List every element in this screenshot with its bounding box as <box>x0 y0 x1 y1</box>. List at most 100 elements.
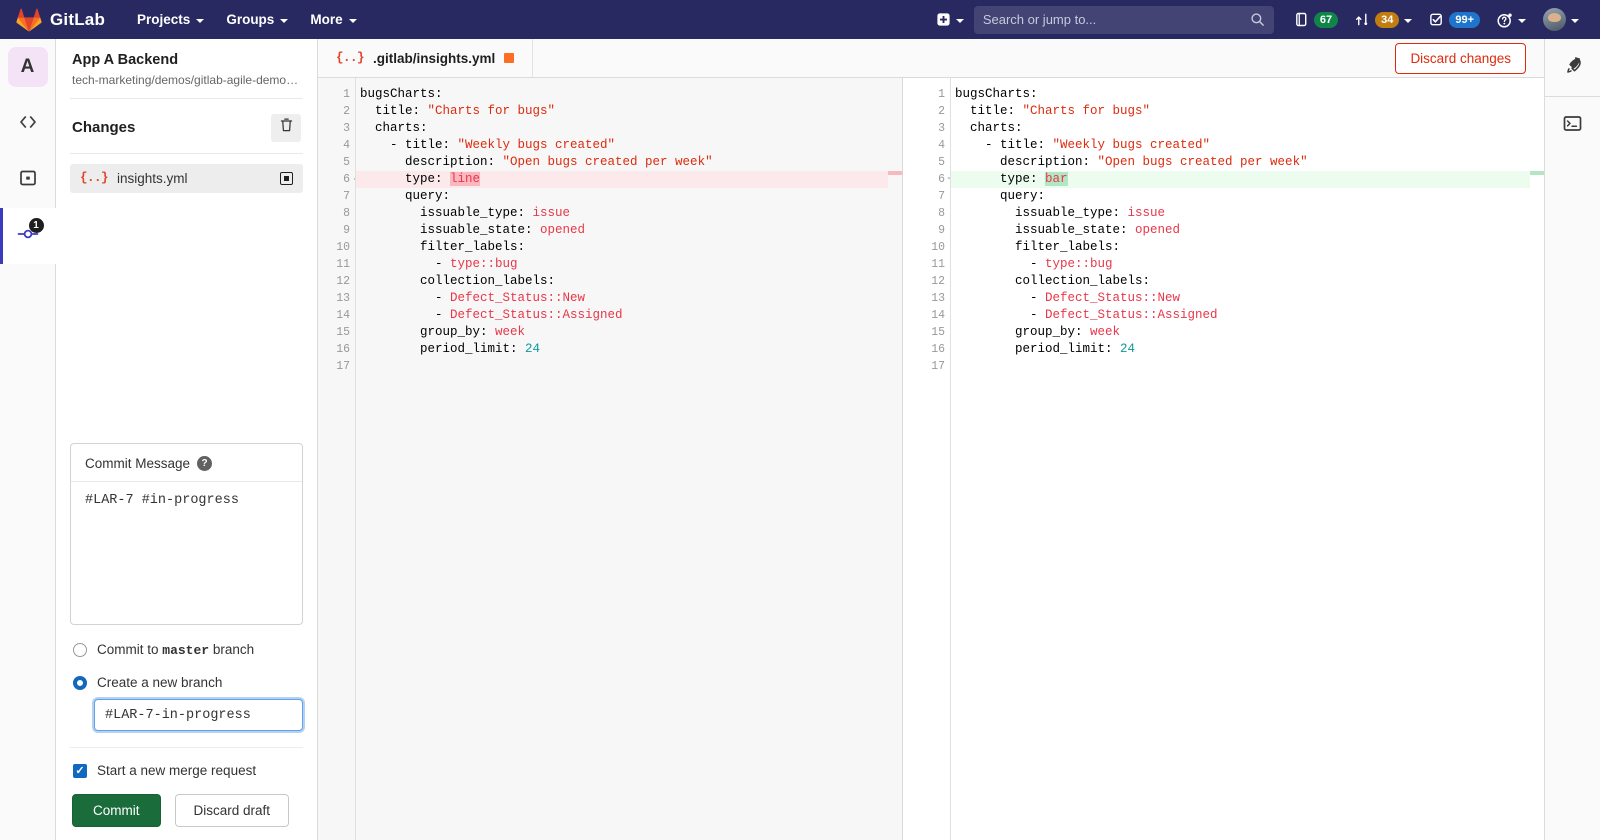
activity-item-edit[interactable] <box>0 96 56 152</box>
line-number: 5 <box>318 154 355 171</box>
code-line[interactable]: - title: "Weekly bugs created" <box>356 137 888 154</box>
search-input[interactable] <box>983 12 1250 27</box>
rail-item-terminal[interactable] <box>1545 97 1600 155</box>
code-line[interactable]: filter_labels: <box>951 239 1530 256</box>
code-line[interactable]: - Defect_Status::Assigned <box>951 307 1530 324</box>
activity-item-review[interactable] <box>0 152 56 208</box>
line-number: 7 <box>903 188 950 205</box>
code-line[interactable]: group_by: week <box>951 324 1530 341</box>
issues-button[interactable]: 67 <box>1287 6 1345 34</box>
user-menu-button[interactable] <box>1536 2 1586 37</box>
chevron-down-icon <box>280 19 288 23</box>
diff-code-original[interactable]: bugsCharts: title: "Charts for bugs" cha… <box>355 78 888 840</box>
editor-tab-insights-yml[interactable]: {..} .gitlab/insights.yml <box>318 39 533 77</box>
rail-item-pipelines[interactable] <box>1545 39 1600 97</box>
line-number: 11 <box>318 256 355 273</box>
primary-nav: Projects Groups More <box>127 4 367 35</box>
branch-name-input[interactable] <box>94 699 303 731</box>
project-avatar: A <box>8 47 48 87</box>
code-line[interactable]: collection_labels: <box>356 273 888 290</box>
overview-mark-deleted <box>888 171 902 175</box>
code-line[interactable]: description: "Open bugs created per week… <box>951 154 1530 171</box>
changed-file-row[interactable]: {..} insights.yml <box>70 164 303 193</box>
create-new-branch-option[interactable]: Create a new branch <box>70 675 303 690</box>
merge-requests-button[interactable]: 34 <box>1348 6 1419 34</box>
line-number: 12 <box>318 273 355 290</box>
code-line[interactable]: period_limit: 24 <box>356 341 888 358</box>
help-button[interactable] <box>1490 6 1533 34</box>
code-line[interactable]: - title: "Weekly bugs created" <box>951 137 1530 154</box>
help-icon[interactable]: ? <box>197 456 212 471</box>
master-branch-name: master <box>162 643 209 658</box>
code-line[interactable]: charts: <box>356 120 888 137</box>
radio-commit-to-master[interactable] <box>73 643 87 657</box>
commit-button[interactable]: Commit <box>72 794 161 827</box>
diff-code-modified[interactable]: bugsCharts: title: "Charts for bugs" cha… <box>950 78 1530 840</box>
code-line[interactable]: issuable_state: opened <box>356 222 888 239</box>
trash-icon <box>279 117 294 138</box>
commit-message-label: Commit Message <box>85 456 190 471</box>
code-line[interactable]: issuable_type: issue <box>951 205 1530 222</box>
todos-button[interactable]: 99+ <box>1422 6 1487 34</box>
line-number: 7 <box>318 188 355 205</box>
ide-body: A 1 App A Backend tech-m <box>0 39 1600 840</box>
changes-title: Changes <box>72 119 135 136</box>
code-line[interactable]: title: "Charts for bugs" <box>951 103 1530 120</box>
activity-item-commit[interactable]: 1 <box>0 208 56 264</box>
gitlab-logo-icon <box>16 8 42 32</box>
radio-create-new-branch[interactable] <box>73 676 87 690</box>
chevron-down-icon <box>196 19 204 23</box>
global-search[interactable] <box>974 6 1274 34</box>
code-line[interactable]: group_by: week <box>356 324 888 341</box>
code-line[interactable]: collection_labels: <box>951 273 1530 290</box>
nav-item-more[interactable]: More <box>300 4 366 35</box>
line-number: 10 <box>318 239 355 256</box>
code-line[interactable]: type: bar <box>951 171 1530 188</box>
line-number: 10 <box>903 239 950 256</box>
code-line[interactable]: - Defect_Status::New <box>951 290 1530 307</box>
project-title: App A Backend <box>72 51 301 71</box>
code-line[interactable]: filter_labels: <box>356 239 888 256</box>
code-line[interactable]: title: "Charts for bugs" <box>356 103 888 120</box>
checkbox-start-merge-request[interactable]: ✓ <box>73 764 87 778</box>
todo-check-icon <box>1429 12 1444 27</box>
code-line[interactable]: - type::bug <box>356 256 888 273</box>
commit-message-card: Commit Message ? #LAR-7 #in-progress <box>70 443 303 625</box>
tab-modified-indicator-icon <box>504 53 514 63</box>
gitlab-home-link[interactable]: GitLab <box>10 8 119 32</box>
code-line[interactable]: - Defect_Status::New <box>356 290 888 307</box>
code-line[interactable]: issuable_type: issue <box>356 205 888 222</box>
overview-ruler-original[interactable] <box>888 78 902 840</box>
discard-all-changes-button[interactable] <box>271 114 301 142</box>
discard-changes-button[interactable]: Discard changes <box>1395 43 1526 74</box>
changes-header: Changes <box>70 99 303 154</box>
code-line[interactable]: bugsCharts: <box>951 86 1530 103</box>
start-merge-request-option[interactable]: ✓ Start a new merge request <box>70 747 303 778</box>
code-line[interactable] <box>356 358 888 375</box>
code-line[interactable] <box>951 358 1530 375</box>
code-line[interactable]: period_limit: 24 <box>951 341 1530 358</box>
code-line[interactable]: type: line <box>356 171 888 188</box>
line-number: 15 <box>903 324 950 341</box>
overview-ruler-modified[interactable] <box>1530 78 1544 840</box>
line-number: 6- <box>318 171 355 188</box>
code-line[interactable]: charts: <box>951 120 1530 137</box>
start-merge-request-label: Start a new merge request <box>97 763 256 778</box>
line-number: 8 <box>318 205 355 222</box>
code-line[interactable]: - Defect_Status::Assigned <box>356 307 888 324</box>
new-item-button[interactable] <box>929 6 971 33</box>
code-line[interactable]: description: "Open bugs created per week… <box>356 154 888 171</box>
commit-to-master-option[interactable]: Commit to master branch <box>70 642 303 658</box>
discard-draft-button[interactable]: Discard draft <box>175 794 290 827</box>
nav-item-projects[interactable]: Projects <box>127 4 214 35</box>
nav-item-groups[interactable]: Groups <box>216 4 298 35</box>
code-line[interactable]: issuable_state: opened <box>951 222 1530 239</box>
code-line[interactable]: bugsCharts: <box>356 86 888 103</box>
code-line[interactable]: query: <box>951 188 1530 205</box>
topnav-right-actions: 67 34 99+ <box>929 2 1600 37</box>
diff-viewer: 123456-7891011121314151617 bugsCharts: t… <box>318 78 1544 840</box>
code-line[interactable]: - type::bug <box>951 256 1530 273</box>
code-line[interactable]: query: <box>356 188 888 205</box>
line-number: 6+ <box>903 171 950 188</box>
commit-message-input[interactable]: #LAR-7 #in-progress <box>71 482 302 624</box>
